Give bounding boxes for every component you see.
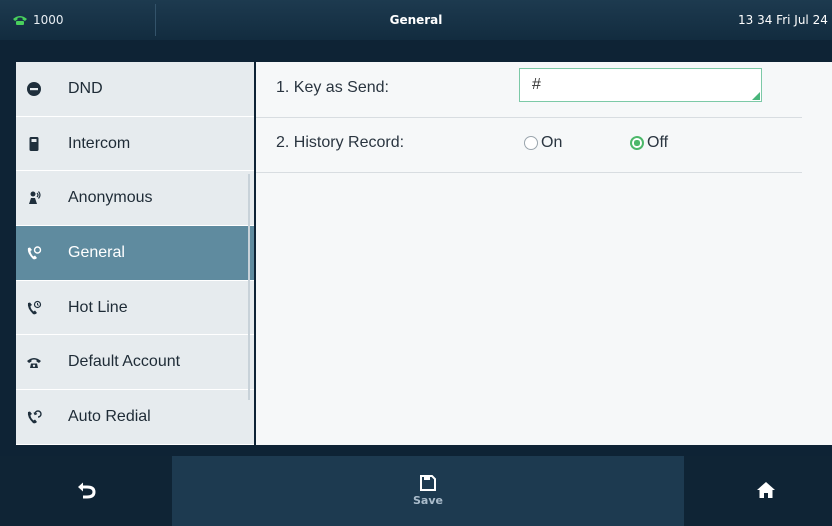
- bottom-softkey-bar: Save: [0, 456, 832, 526]
- sidebar-scrollbar[interactable]: [248, 174, 250, 400]
- hotline-icon: [26, 300, 42, 316]
- sidebar-item-label: Anonymous: [68, 189, 153, 207]
- intercom-icon: [26, 136, 42, 152]
- dnd-icon: [26, 81, 42, 97]
- sidebar-item-hot-line[interactable]: Hot Line: [16, 280, 254, 336]
- key-as-send-value: #: [532, 76, 541, 93]
- radio-checked-icon: [630, 136, 644, 150]
- history-record-on-radio[interactable]: On: [524, 134, 562, 152]
- sidebar-item-label: Hot Line: [68, 298, 128, 316]
- general-call-icon: [26, 245, 42, 261]
- home-icon: [756, 481, 776, 499]
- sidebar-item-default-account[interactable]: Default Account: [16, 335, 254, 391]
- key-as-send-label: 1. Key as Send:: [276, 79, 389, 96]
- anonymous-icon: [26, 190, 42, 206]
- status-datetime: 13 34 Fri Jul 24: [738, 13, 828, 27]
- save-icon: [420, 475, 436, 491]
- sidebar-item-dnd[interactable]: DND: [16, 62, 254, 117]
- back-icon: [77, 481, 99, 499]
- home-button[interactable]: [752, 476, 780, 504]
- auto-redial-icon: [26, 409, 42, 425]
- sidebar-item-general[interactable]: General: [16, 226, 254, 281]
- save-button[interactable]: Save: [172, 456, 684, 526]
- radio-label-on: On: [541, 134, 563, 151]
- history-record-label: 2. History Record:: [276, 134, 405, 151]
- settings-panel: 1. Key as Send: # 2. History Record: On …: [256, 62, 832, 445]
- radio-label-off: Off: [647, 134, 669, 151]
- phone-icon: [26, 354, 42, 370]
- sidebar-item-intercom[interactable]: Intercom: [16, 116, 254, 172]
- setting-row-history-record: 2. History Record: On Off: [256, 117, 802, 173]
- sidebar-item-label: Intercom: [68, 134, 131, 152]
- setting-row-key-as-send: 1. Key as Send: #: [256, 62, 802, 118]
- history-record-off-radio[interactable]: Off: [630, 134, 668, 152]
- sidebar-item-anonymous[interactable]: Anonymous: [16, 171, 254, 227]
- phone-screen: 1000 General 13 34 Fri Jul 24 DND Interc…: [0, 0, 832, 526]
- status-bar: 1000 General 13 34 Fri Jul 24: [0, 0, 832, 40]
- page-title: General: [389, 13, 443, 27]
- key-as-send-input[interactable]: #: [519, 68, 762, 102]
- dropdown-corner-icon: [752, 92, 760, 100]
- sidebar-item-label: Auto Redial: [68, 407, 151, 425]
- radio-unchecked-icon: [524, 136, 538, 150]
- sidebar-item-label: DND: [68, 79, 103, 97]
- sidebar-item-auto-redial[interactable]: Auto Redial: [16, 390, 254, 445]
- sidebar-item-label: Default Account: [68, 353, 181, 371]
- back-button[interactable]: [73, 476, 103, 504]
- sidebar: DND Intercom Anonymous General Hot Line: [16, 62, 254, 445]
- save-label: Save: [413, 494, 443, 507]
- sidebar-item-label: General: [68, 243, 125, 261]
